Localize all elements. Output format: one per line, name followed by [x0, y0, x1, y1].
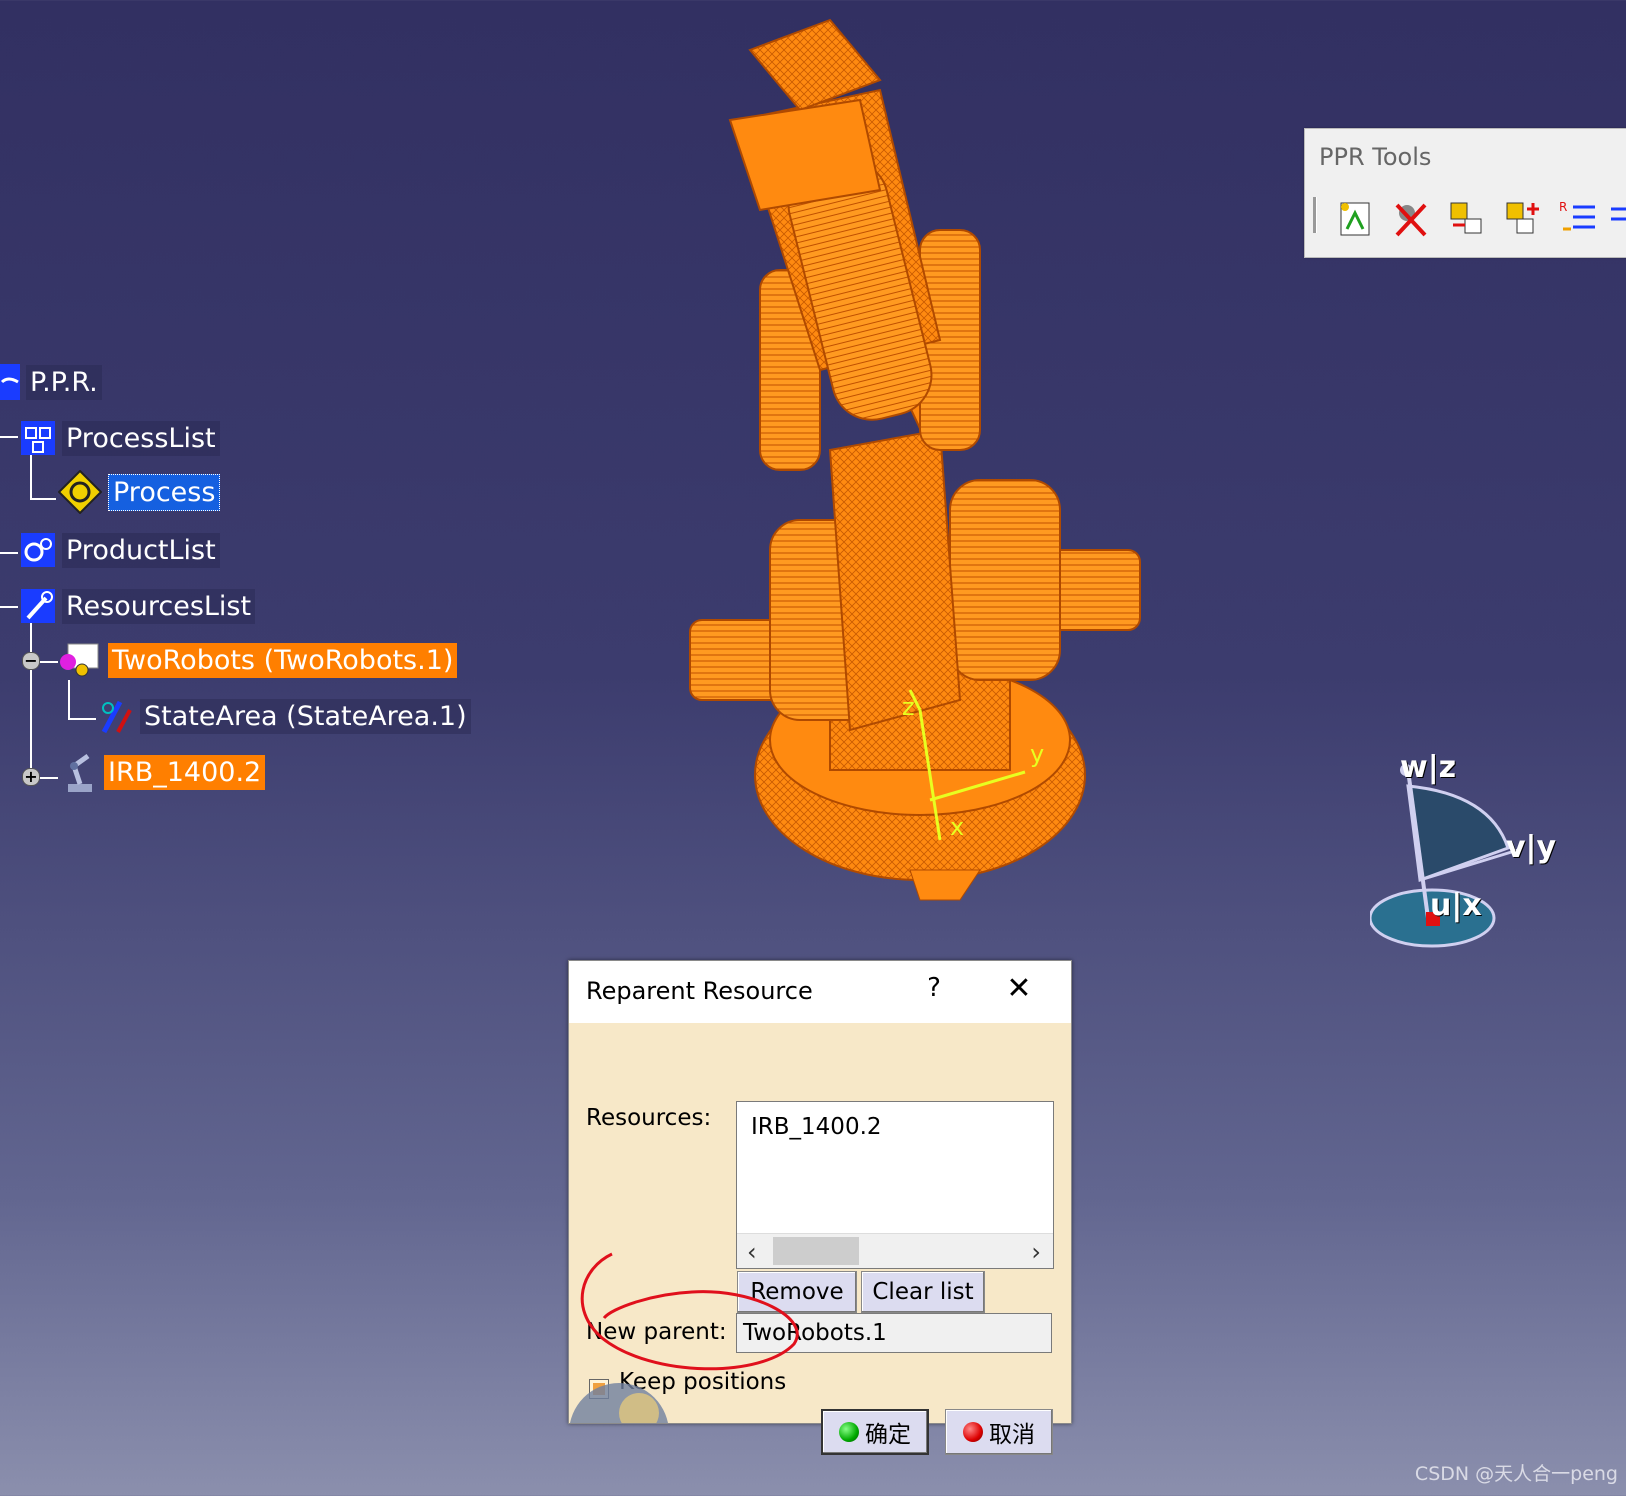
tool-reparent-icon[interactable] — [1443, 195, 1491, 243]
ppr-root-icon — [0, 364, 20, 400]
toolbar-drag-handle[interactable] — [1313, 197, 1317, 233]
annotation-circle — [580, 1252, 799, 1371]
compass-w-label: w|z — [1400, 750, 1457, 785]
product-list-icon — [20, 532, 56, 568]
watermark: CSDN @天人合一peng — [1414, 1463, 1618, 1485]
cancel-button-label: 取消 — [989, 1422, 1035, 1448]
tree-node-tworobots[interactable]: TwoRobots (TwoRobots.1) — [56, 640, 458, 680]
axis-x-label: x — [950, 813, 964, 841]
ok-green-icon — [839, 1422, 859, 1442]
tool-new-process-icon[interactable] — [1331, 195, 1379, 243]
tree-label-process: Process — [108, 473, 221, 511]
expand-irb-button[interactable]: + — [22, 768, 40, 786]
tree-node-ppr[interactable]: P.P.R. — [0, 362, 102, 402]
help-button[interactable]: ? — [919, 973, 949, 1003]
tree-node-processlist[interactable]: ProcessList — [20, 418, 220, 458]
tree-node-irb[interactable]: IRB_1400.2 — [62, 752, 266, 792]
specification-tree: P.P.R. ProcessList Process ProductList R — [0, 0, 480, 820]
robot-model[interactable]: z y x — [680, 10, 1180, 930]
cancel-button[interactable]: 取消 — [945, 1409, 1053, 1455]
tool-delete-icon[interactable] — [1387, 195, 1435, 243]
tree-node-resourceslist[interactable]: ResourcesList — [20, 586, 256, 626]
svg-text:R: R — [1559, 200, 1567, 214]
state-area-icon — [98, 698, 134, 734]
tree-label-productlist: ProductList — [62, 532, 220, 568]
ok-button-label: 确定 — [865, 1422, 911, 1448]
close-icon[interactable]: ✕ — [999, 971, 1039, 1006]
compass-v-label: v|y — [1506, 830, 1557, 865]
toolbar-title: PPR Tools — [1319, 143, 1432, 171]
dialog-titlebar[interactable]: Reparent Resource ? ✕ — [569, 961, 1071, 1023]
resources-list-icon — [20, 588, 56, 624]
tree-node-process[interactable]: Process — [58, 470, 221, 514]
clear-list-button[interactable]: Clear list — [861, 1271, 985, 1313]
process-list-icon — [20, 420, 56, 456]
tree-label-resourceslist: ResourcesList — [62, 588, 256, 624]
ok-button[interactable]: 确定 — [821, 1409, 929, 1455]
ppr-tools-toolbar[interactable]: PPR Tools R — [1304, 128, 1626, 258]
cancel-red-icon — [963, 1422, 983, 1442]
tool-more-icon[interactable] — [1607, 195, 1626, 243]
resources-label: Resources: — [586, 1105, 712, 1131]
tree-label-ppr: P.P.R. — [26, 364, 102, 400]
robot-icon — [62, 753, 98, 792]
3d-viewport[interactable]: z y x P.P.R. ProcessList Process Product… — [0, 0, 1626, 1496]
tree-label-irb: IRB_1400.2 — [104, 754, 266, 790]
process-icon — [58, 470, 102, 514]
tree-label-processlist: ProcessList — [62, 420, 220, 456]
resources-listbox[interactable]: IRB_1400.2 ‹ › — [736, 1101, 1054, 1269]
axis-y-label: y — [1030, 740, 1044, 768]
collapse-tworobots-button[interactable]: − — [22, 652, 40, 670]
tree-node-productlist[interactable]: ProductList — [20, 530, 220, 570]
axis-z-label: z — [902, 693, 915, 721]
resources-list-item[interactable]: IRB_1400.2 — [751, 1114, 882, 1140]
tool-insert-resource-icon[interactable] — [1499, 195, 1547, 243]
tree-label-tworobots: TwoRobots (TwoRobots.1) — [108, 642, 458, 678]
robot-cell-icon — [56, 642, 102, 678]
scroll-right-icon[interactable]: › — [1031, 1238, 1041, 1266]
dialog-title: Reparent Resource — [586, 977, 813, 1005]
compass-u-label: u|x — [1430, 888, 1482, 923]
tree-node-statearea[interactable]: StateArea (StateArea.1) — [98, 696, 471, 736]
tool-resource-list-icon[interactable]: R — [1555, 195, 1603, 243]
tree-label-statearea: StateArea (StateArea.1) — [140, 698, 471, 734]
compass-widget[interactable]: w|z v|y u|x — [1370, 750, 1570, 970]
